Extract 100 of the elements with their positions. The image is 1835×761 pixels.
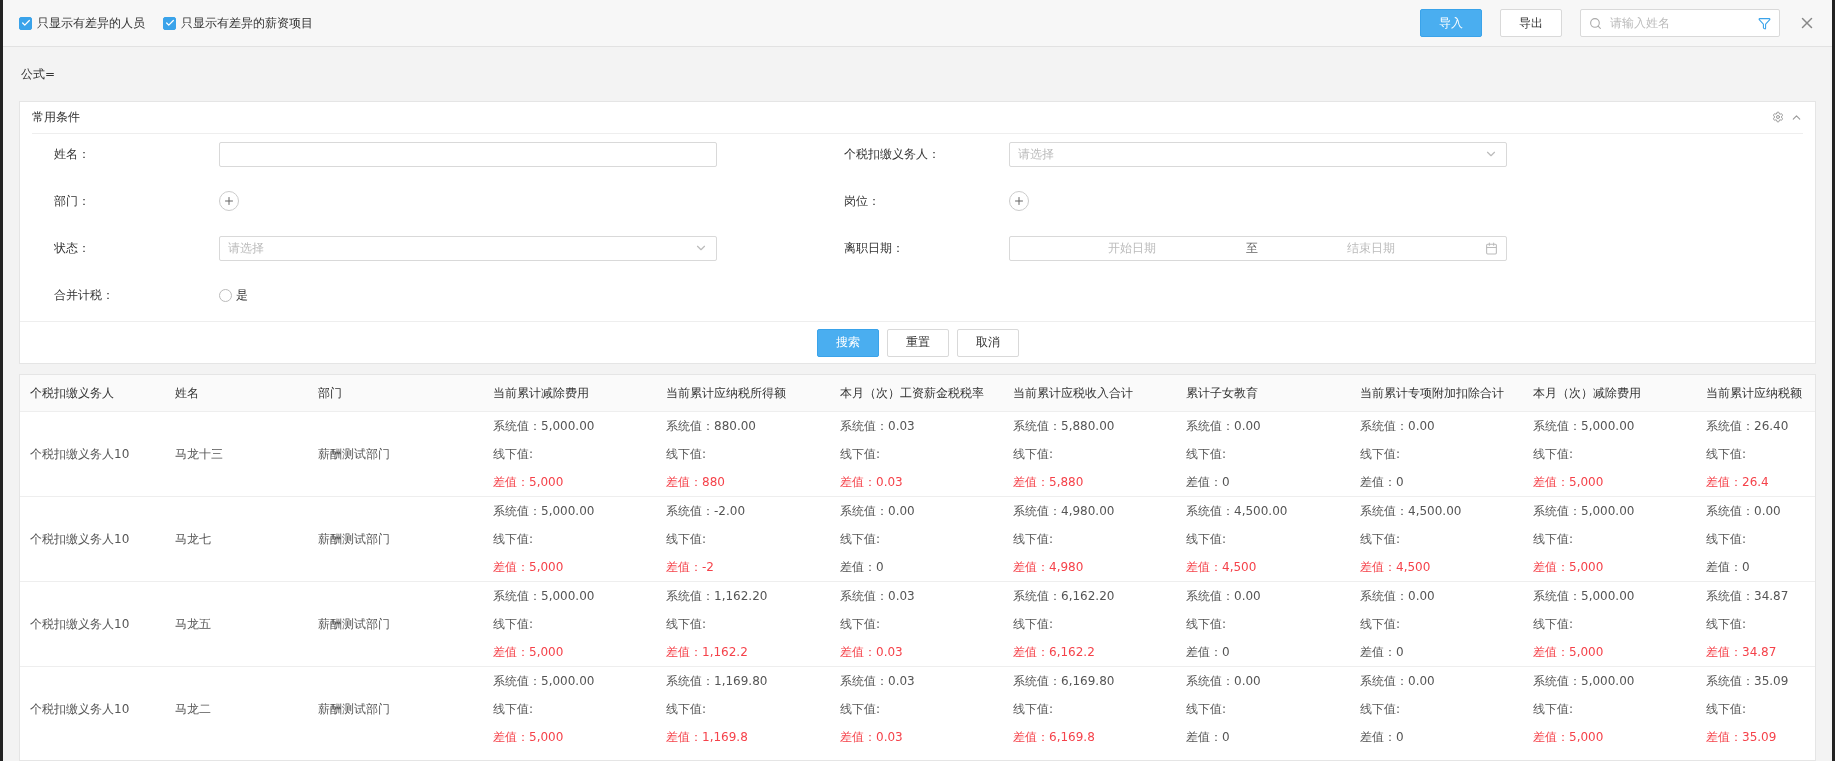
offline-value: 线下值:	[493, 615, 535, 633]
action-button[interactable]: 取消	[956, 328, 1019, 357]
field-label: 合并计税：	[53, 286, 115, 304]
system-value: 系统值：4,500.00	[1186, 502, 1289, 520]
offline-value: 线下值:	[1706, 445, 1748, 463]
settings-icon[interactable]	[1772, 111, 1784, 123]
system-value: 系统值：5,000.00	[1533, 502, 1636, 520]
filter-icon[interactable]	[1758, 16, 1771, 30]
column-header: 当前累计应纳税额	[1706, 384, 1803, 402]
add-button[interactable]	[1009, 191, 1029, 211]
system-value: 系统值：5,880.00	[1013, 417, 1116, 435]
offline-value: 线下值:	[1186, 445, 1228, 463]
offline-value: 线下值:	[666, 530, 708, 548]
check-icon	[20, 18, 31, 28]
offline-value: 线下值:	[666, 615, 708, 633]
difference-value: 差值：5,000	[493, 558, 565, 576]
plus-icon	[1013, 195, 1025, 207]
add-button[interactable]	[219, 191, 239, 211]
system-value: 系统值：0.00	[1186, 587, 1262, 605]
system-value: 系统值：4,980.00	[1013, 502, 1116, 520]
difference-value: 差值：0	[1186, 473, 1231, 491]
system-value: 系统值：0.00	[1360, 417, 1436, 435]
field-label: 姓名：	[53, 145, 91, 163]
difference-value: 差值：0	[1360, 643, 1405, 661]
system-value: 系统值：5,000.00	[1533, 417, 1636, 435]
difference-value: 差值：34.87	[1706, 643, 1778, 661]
table-cell-text: 薪酬测试部门	[318, 700, 391, 718]
system-value: 系统值：6,162.20	[1013, 587, 1116, 605]
field-label: 岗位：	[843, 192, 881, 210]
column-header: 当前累计减除费用	[493, 384, 590, 402]
column-header: 当前累计专项附加扣除合计	[1360, 384, 1505, 402]
table-cell-text: 个税扣缴义务人10	[30, 445, 131, 463]
table-cell-text: 个税扣缴义务人10	[30, 615, 131, 633]
offline-value: 线下值:	[1013, 615, 1055, 633]
name-input[interactable]	[219, 141, 717, 167]
search-field[interactable]: 请输入姓名	[1580, 9, 1780, 37]
offline-value: 线下值:	[1360, 700, 1402, 718]
difference-value: 差值：0	[840, 558, 885, 576]
column-header: 姓名	[175, 384, 200, 402]
difference-value: 差值：5,000	[1533, 473, 1605, 491]
system-value: 系统值：5,000.00	[493, 417, 596, 435]
offline-value: 线下值:	[1533, 445, 1575, 463]
checkbox[interactable]: 只显示有差异的薪资项目	[163, 14, 313, 32]
offline-value: 线下值:	[1533, 615, 1575, 633]
field-label: 部门：	[53, 192, 91, 210]
system-value: 系统值：-2.00	[666, 502, 747, 520]
system-value: 系统值：0.03	[840, 417, 916, 435]
action-button[interactable]: 重置	[886, 328, 949, 357]
difference-value: 差值：0	[1360, 473, 1405, 491]
offline-value: 线下值:	[1013, 445, 1055, 463]
system-value: 系统值：0.00	[1360, 587, 1436, 605]
table-cell-text: 马龙二	[175, 700, 212, 718]
radio-option[interactable]: 是	[219, 286, 248, 304]
offline-value: 线下值:	[666, 445, 708, 463]
difference-value: 差值：0.03	[840, 473, 904, 491]
difference-value: 差值：5,000	[493, 473, 565, 491]
system-value: 系统值：1,162.20	[666, 587, 769, 605]
field-label: 离职日期：	[843, 239, 905, 257]
table-cell-text: 马龙十三	[175, 445, 224, 463]
system-value: 系统值：35.09	[1706, 672, 1790, 690]
offline-value: 线下值:	[1013, 700, 1055, 718]
column-header: 累计子女教育	[1186, 384, 1259, 402]
offline-value: 线下值:	[1706, 615, 1748, 633]
offline-value: 线下值:	[1533, 530, 1575, 548]
difference-value: 差值：1,162.2	[666, 643, 749, 661]
difference-value: 差值：35.09	[1706, 728, 1778, 746]
table-cell-text: 薪酬测试部门	[318, 615, 391, 633]
field-label: 状态：	[53, 239, 91, 257]
system-value: 系统值：5,000.00	[493, 587, 596, 605]
offline-value: 线下值:	[840, 530, 882, 548]
system-value: 系统值：26.40	[1706, 417, 1790, 435]
export-button[interactable]: 导出	[1500, 9, 1562, 37]
difference-value: 差值：4,500	[1186, 558, 1258, 576]
date-range-field[interactable]: 开始日期 至 结束日期	[1009, 235, 1507, 261]
difference-value: 差值：0.03	[840, 643, 904, 661]
offline-value: 线下值:	[666, 700, 708, 718]
system-value: 系统值：5,000.00	[493, 672, 596, 690]
checkbox[interactable]: 只显示有差异的人员	[19, 14, 145, 32]
system-value: 系统值：0.03	[840, 672, 916, 690]
offline-value: 线下值:	[1186, 615, 1228, 633]
difference-value: 差值：1,169.8	[666, 728, 749, 746]
difference-value: 差值：0	[1186, 728, 1231, 746]
panel-title: 常用条件	[32, 109, 80, 126]
offline-value: 线下值:	[1533, 700, 1575, 718]
offline-value: 线下值:	[840, 445, 882, 463]
column-header: 个税扣缴义务人	[30, 384, 115, 402]
system-value: 系统值：6,169.80	[1013, 672, 1116, 690]
offline-value: 线下值:	[1186, 530, 1228, 548]
table-cell-text: 个税扣缴义务人10	[30, 530, 131, 548]
difference-value: 差值：5,000	[493, 643, 565, 661]
difference-value: 差值：6,162.2	[1013, 643, 1096, 661]
offline-value: 线下值:	[1013, 530, 1055, 548]
offline-value: 线下值:	[840, 615, 882, 633]
system-value: 系统值：0.03	[840, 587, 916, 605]
offline-value: 线下值:	[1706, 530, 1748, 548]
difference-value: 差值：-2	[666, 558, 715, 576]
system-value: 系统值：0.00	[1186, 672, 1262, 690]
difference-value: 差值：0	[1186, 643, 1231, 661]
difference-value: 差值：5,000	[1533, 643, 1605, 661]
system-value: 系统值：5,000.00	[1533, 587, 1636, 605]
